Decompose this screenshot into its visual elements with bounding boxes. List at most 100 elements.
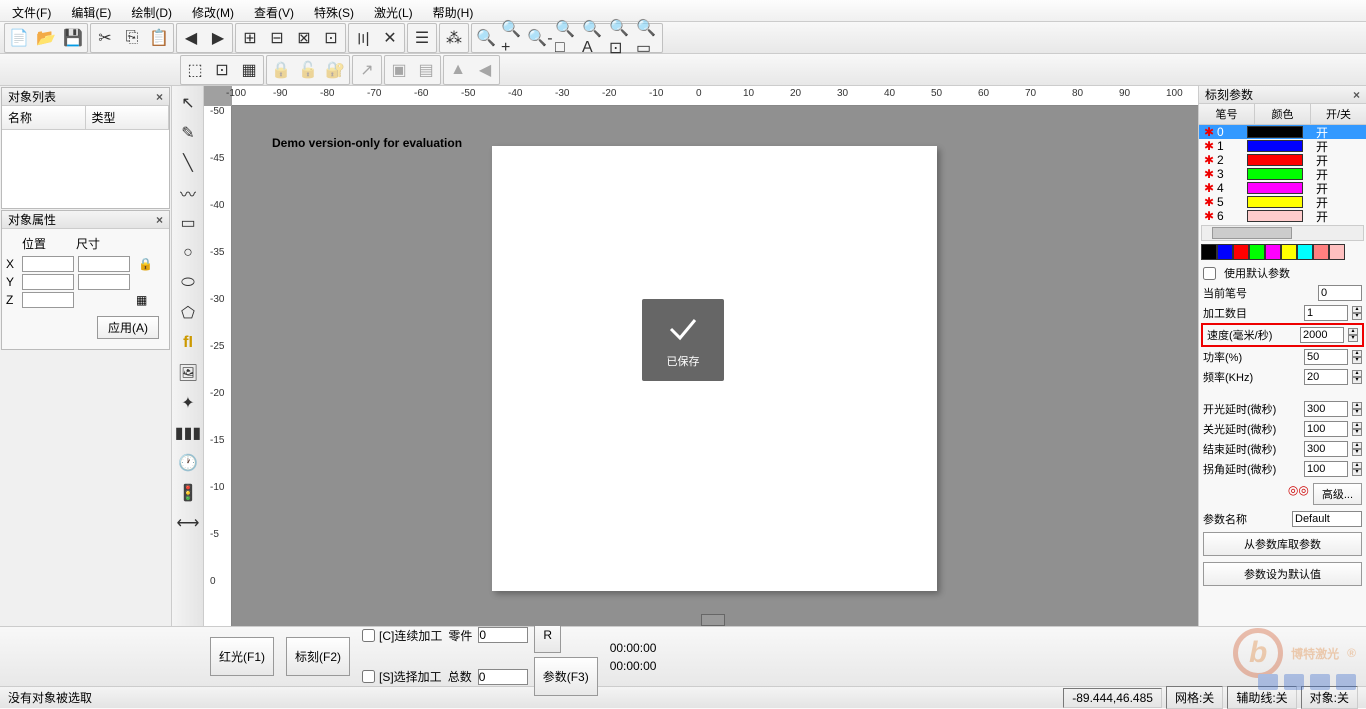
nodes-icon[interactable]: ⁂	[441, 25, 467, 51]
speed-input[interactable]	[1300, 327, 1344, 343]
load-param-button[interactable]: 从参数库取参数	[1203, 532, 1362, 556]
zoom-out-icon[interactable]: 🔍-	[527, 25, 553, 51]
open-icon[interactable]: 📂	[33, 25, 59, 51]
rings-icon[interactable]: ◎◎	[1288, 483, 1309, 505]
red-light-button[interactable]: 红光(F1)	[210, 637, 274, 676]
menu-laser[interactable]: 激光(L)	[370, 2, 417, 19]
menu-help[interactable]: 帮助(H)	[429, 2, 478, 19]
x-pos-input[interactable]	[22, 256, 74, 272]
menu-view[interactable]: 查看(V)	[250, 2, 298, 19]
col-type[interactable]: 类型	[86, 106, 170, 129]
encoder-icon[interactable]: ⟷	[174, 509, 202, 537]
color-swatch[interactable]	[1281, 244, 1297, 260]
spinner-icon[interactable]: ▴▾	[1352, 462, 1362, 476]
color-swatch[interactable]	[1297, 244, 1313, 260]
pen-row[interactable]: ✱5开	[1199, 195, 1366, 209]
spinner-icon[interactable]: ▴▾	[1352, 306, 1362, 320]
zoom-page-icon[interactable]: 🔍▭	[635, 25, 661, 51]
pen-row[interactable]: ✱6开	[1199, 209, 1366, 223]
node-edit-icon[interactable]: ✎	[174, 119, 202, 147]
color-swatch[interactable]	[1233, 244, 1249, 260]
apply-button[interactable]: 应用(A)	[97, 316, 159, 339]
ellipse-icon[interactable]: ⬭	[174, 269, 202, 297]
current-pen-input[interactable]	[1318, 285, 1362, 301]
pen-row[interactable]: ✱0开	[1199, 125, 1366, 139]
line-icon[interactable]: ╲	[174, 149, 202, 177]
freq-input[interactable]	[1304, 369, 1348, 385]
image-icon[interactable]: 🖼	[174, 359, 202, 387]
use-default-checkbox[interactable]	[1203, 267, 1216, 280]
rect-icon[interactable]: ▭	[174, 209, 202, 237]
scroll-thumb[interactable]	[701, 614, 725, 626]
pen-row[interactable]: ✱4开	[1199, 181, 1366, 195]
list-icon[interactable]: ☰	[409, 25, 435, 51]
parts-input[interactable]	[478, 627, 528, 643]
total-input[interactable]	[478, 669, 528, 685]
pen-hdr-color[interactable]: 颜色	[1255, 104, 1311, 124]
color-swatch[interactable]	[1217, 244, 1233, 260]
color-swatch[interactable]	[1201, 244, 1217, 260]
close-icon[interactable]: ×	[156, 90, 163, 104]
y-size-input[interactable]	[78, 274, 130, 290]
vector-icon[interactable]: ✦	[174, 389, 202, 417]
pen-scrollbar[interactable]	[1201, 225, 1364, 241]
menu-edit[interactable]: 编辑(E)	[67, 2, 115, 19]
zoom-fit-icon[interactable]: 🔍□	[554, 25, 580, 51]
zoom-in-icon[interactable]: 🔍+	[500, 25, 526, 51]
off-delay-input[interactable]	[1304, 421, 1348, 437]
zoom-sel-icon[interactable]: 🔍⊡	[608, 25, 634, 51]
hatch1-icon[interactable]: ⊞	[237, 25, 263, 51]
extend-icon[interactable]: 〣	[350, 25, 376, 51]
select-dashed-icon[interactable]: ⬚	[182, 57, 208, 83]
select-label[interactable]: [S]选择加工	[362, 668, 442, 685]
menu-draw[interactable]: 绘制(D)	[127, 2, 176, 19]
settings-icon[interactable]: ✕	[377, 25, 403, 51]
circle-icon[interactable]: ○	[174, 239, 202, 267]
color-swatch[interactable]	[1313, 244, 1329, 260]
spinner-icon[interactable]: ▴▾	[1348, 328, 1358, 342]
work-count-input[interactable]	[1304, 305, 1348, 321]
pen-hdr-num[interactable]: 笔号	[1199, 104, 1255, 124]
new-icon[interactable]: 📄	[6, 25, 32, 51]
close-icon[interactable]: ×	[156, 213, 163, 227]
col-name[interactable]: 名称	[2, 106, 86, 129]
pen-row[interactable]: ✱3开	[1199, 167, 1366, 181]
select-checkbox[interactable]	[362, 670, 375, 683]
z-pos-input[interactable]	[22, 292, 74, 308]
param-f3-button[interactable]: 参数(F3)	[534, 657, 598, 696]
save-icon[interactable]: 💾	[60, 25, 86, 51]
pen-hdr-onoff[interactable]: 开/关	[1311, 104, 1366, 124]
menu-file[interactable]: 文件(F)	[8, 2, 55, 19]
hatch4-icon[interactable]: ⊡	[318, 25, 344, 51]
cut-icon[interactable]: ✂	[92, 25, 118, 51]
select-points-icon[interactable]: ⊡	[209, 57, 235, 83]
color-swatch[interactable]	[1249, 244, 1265, 260]
spinner-icon[interactable]: ▴▾	[1352, 422, 1362, 436]
signal-icon[interactable]: 🚦	[174, 479, 202, 507]
curve-icon[interactable]: 〰	[174, 179, 202, 207]
hatch3-icon[interactable]: ⊠	[291, 25, 317, 51]
x-size-input[interactable]	[78, 256, 130, 272]
close-icon[interactable]: ×	[1353, 88, 1360, 102]
redo-icon[interactable]: ▶	[205, 25, 231, 51]
spinner-icon[interactable]: ▴▾	[1352, 442, 1362, 456]
continuous-checkbox[interactable]	[362, 629, 375, 642]
text-icon[interactable]: fI	[174, 329, 202, 357]
undo-icon[interactable]: ◀	[178, 25, 204, 51]
lock-icon[interactable]: 🔒	[138, 257, 153, 271]
color-swatch[interactable]	[1265, 244, 1281, 260]
continuous-label[interactable]: [C]连续加工	[362, 627, 442, 644]
power-input[interactable]	[1304, 349, 1348, 365]
menu-modify[interactable]: 修改(M)	[188, 2, 238, 19]
param-name-input[interactable]	[1292, 511, 1362, 527]
end-delay-input[interactable]	[1304, 441, 1348, 457]
spinner-icon[interactable]: ▴▾	[1352, 350, 1362, 364]
color-swatch[interactable]	[1329, 244, 1345, 260]
menu-special[interactable]: 特殊(S)	[310, 2, 358, 19]
pen-row[interactable]: ✱2开	[1199, 153, 1366, 167]
pen-row[interactable]: ✱1开	[1199, 139, 1366, 153]
spinner-icon[interactable]: ▴▾	[1352, 402, 1362, 416]
paste-icon[interactable]: 📋	[146, 25, 172, 51]
anchor-icon[interactable]: ▦	[136, 293, 147, 307]
timer-icon[interactable]: 🕐	[174, 449, 202, 477]
